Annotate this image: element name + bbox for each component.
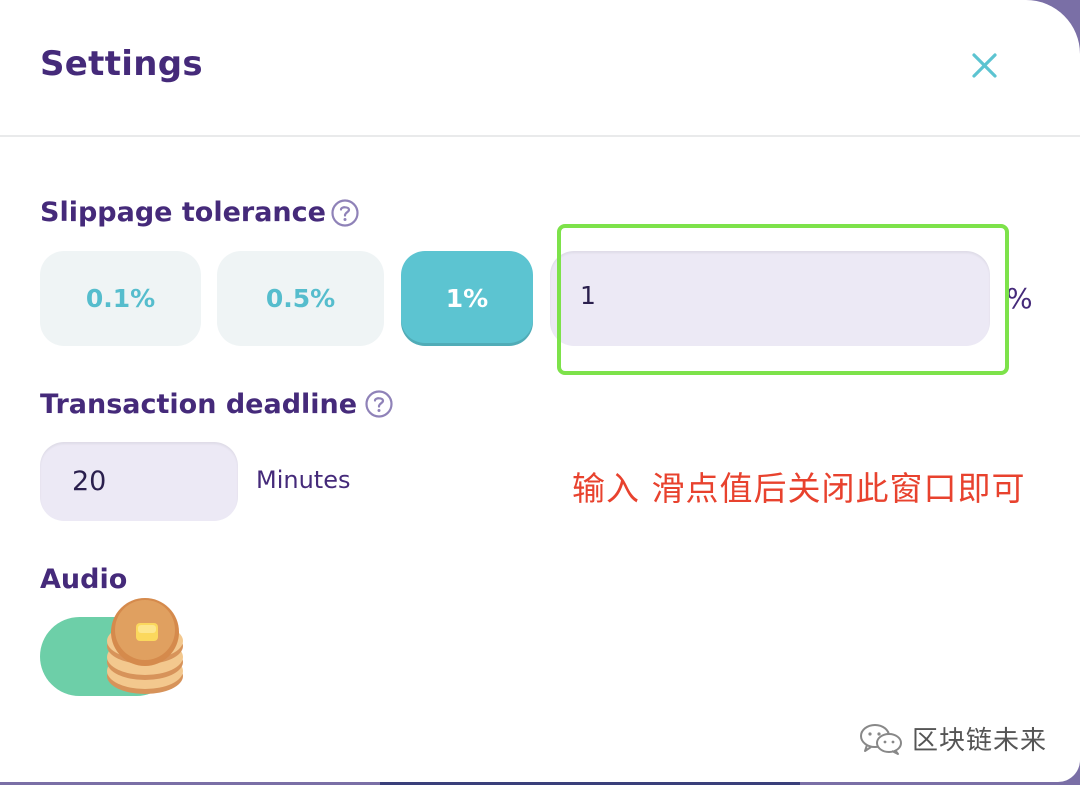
modal-title: Settings xyxy=(40,44,203,84)
settings-modal: Settings Slippage tolerance 0.1% 0.5% 1%… xyxy=(0,0,1080,782)
wechat-icon xyxy=(860,723,902,755)
slippage-preset-0-1[interactable]: 0.1% xyxy=(40,251,201,346)
slippage-percent-unit: % xyxy=(1006,282,1033,315)
slippage-help-icon[interactable] xyxy=(330,198,360,228)
watermark: 区块链未来 xyxy=(858,720,1047,757)
deadline-unit-label: Minutes xyxy=(256,466,351,494)
deadline-label: Transaction deadline xyxy=(40,389,358,420)
slippage-preset-1[interactable]: 1% xyxy=(401,251,533,346)
deadline-input[interactable]: 20 xyxy=(40,442,238,521)
pancake-icon[interactable] xyxy=(100,598,186,698)
deadline-help-icon[interactable] xyxy=(364,389,394,419)
slippage-preset-0-5[interactable]: 0.5% xyxy=(217,251,384,346)
slippage-custom-input[interactable]: 1 xyxy=(550,251,990,346)
close-button[interactable] xyxy=(963,46,1005,88)
watermark-text: 区块链未来 xyxy=(912,726,1048,756)
modal-header: Settings xyxy=(0,0,1080,137)
slippage-custom-value[interactable]: 1 xyxy=(580,281,596,310)
deadline-value[interactable]: 20 xyxy=(72,466,106,497)
slippage-label: Slippage tolerance xyxy=(40,197,326,228)
audio-label: Audio xyxy=(40,564,128,595)
annotation-text: 输入 滑点值后关闭此窗口即可 xyxy=(572,469,1026,508)
close-icon xyxy=(972,53,997,78)
